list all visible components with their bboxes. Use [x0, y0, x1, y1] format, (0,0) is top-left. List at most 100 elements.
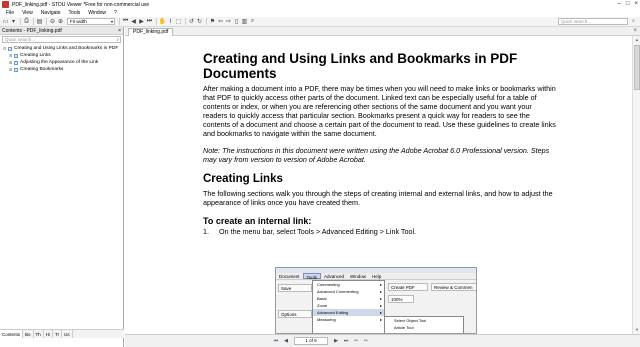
back-icon[interactable]: ⇦: [217, 18, 224, 25]
embedded-submenu: Select Object Tool Article Tool: [384, 316, 464, 333]
embedded-submenu-item: Select Object Tool: [394, 318, 427, 323]
scroll-down-icon[interactable]: ▼: [633, 326, 640, 334]
document-viewer[interactable]: Creating and Using Links and Bookmarks i…: [125, 36, 632, 334]
select-text-icon[interactable]: I: [167, 18, 174, 25]
menu-bar: File View Navigate Tools Window ?: [0, 9, 640, 17]
embedded-options-button: Options: [278, 310, 312, 318]
zoom-in-icon[interactable]: ⊕: [57, 18, 64, 25]
tree-item-creating-bookmarks[interactable]: ⊞ Creating Bookmarks: [3, 66, 123, 73]
tab-bookmarks[interactable]: Bo: [23, 330, 34, 338]
forward-icon[interactable]: ⇨: [225, 18, 232, 25]
embedded-screenshot: Document Tools Advanced Window Help Save…: [275, 267, 477, 334]
maximize-button[interactable]: □: [626, 0, 630, 9]
toolbar-separator: [156, 18, 157, 25]
page-indicator[interactable]: 1 of 9: [294, 337, 328, 345]
collapse-icon[interactable]: ⊟: [3, 46, 7, 51]
expand-icon[interactable]: ⊞: [9, 60, 13, 65]
quick-search-input[interactable]: Quick search...: [558, 18, 628, 25]
first-page-icon[interactable]: ⏮: [272, 337, 280, 345]
next-page-icon[interactable]: ▶: [138, 18, 145, 25]
menu-help[interactable]: ?: [110, 9, 121, 17]
bookmark-icon[interactable]: ⚑: [209, 18, 216, 25]
rotate-left-icon[interactable]: ↺: [188, 18, 195, 25]
tree-item-adjusting-appearance[interactable]: ⊞ Adjusting the Appearance of the Link: [3, 59, 123, 66]
menu-file[interactable]: File: [2, 9, 18, 17]
app-icon: [2, 1, 9, 8]
zoom-select-value: Fit width: [70, 19, 87, 24]
menu-navigate[interactable]: Navigate: [37, 9, 65, 17]
menu-view[interactable]: View: [18, 9, 37, 17]
scroll-thumb[interactable]: [634, 45, 640, 90]
last-page-icon[interactable]: ⏭: [342, 337, 350, 345]
dropdown-arrow-icon[interactable]: ▾: [10, 18, 17, 25]
single-page-icon[interactable]: ▯: [233, 18, 240, 25]
close-button[interactable]: ×: [634, 0, 638, 9]
last-page-icon[interactable]: ⏭: [146, 18, 153, 25]
tree-item-label: Creating Links: [20, 53, 51, 58]
hand-tool-icon[interactable]: ✋: [159, 18, 166, 25]
embedded-menu-bar: Document Tools Advanced Window Help: [276, 273, 476, 280]
menu-tools[interactable]: Tools: [65, 9, 85, 17]
tab-highlights[interactable]: Hi: [44, 330, 54, 338]
tab-contents[interactable]: Contents: [0, 330, 24, 338]
first-page-icon[interactable]: ⏮: [122, 18, 129, 25]
embedded-dd-item-highlighted: Advanced Editing ▸: [313, 309, 384, 316]
tab-tr[interactable]: Tr: [53, 330, 63, 338]
chevron-down-icon: ▾: [110, 19, 113, 24]
window-title: PDF_linking.pdf - STDU Viewer *Free for …: [12, 1, 150, 8]
document-tab[interactable]: PDF_linking.pdf: [128, 28, 174, 36]
sidebar-search-input[interactable]: Quick search... ⌕: [2, 36, 121, 43]
tab-us[interactable]: Us: [62, 330, 73, 338]
embedded-dd-item: Measuring ▸: [317, 317, 382, 322]
tree-item-root[interactable]: ⊟ Creating and Using Links and Bookmarks…: [3, 45, 123, 52]
sidebar-header: Contents - PDF_linking.pdf ×: [0, 27, 123, 35]
zoom-out-icon[interactable]: ⊖: [49, 18, 56, 25]
vertical-scrollbar[interactable]: ▲ ▼: [632, 36, 640, 334]
embedded-menu-tools: Tools: [302, 273, 322, 280]
tree-item-creating-links[interactable]: ⊞ Creating Links: [3, 52, 123, 59]
continuous-page-icon[interactable]: ▥: [241, 18, 248, 25]
bookmark-icon: [14, 67, 18, 72]
back-icon[interactable]: ⇦: [352, 337, 360, 345]
search-icon[interactable]: ⌕: [116, 37, 119, 42]
snapshot-icon[interactable]: ⬚: [175, 18, 182, 25]
open-folder-icon[interactable]: ▭: [2, 18, 9, 25]
toolbar: ▭ ▾ ⎙ ▤ ⊖ ⊕ Fit width ▾ ⏮ ◀ ▶ ⏭ ✋ I ⬚ ↺ …: [0, 17, 640, 27]
intro-paragraph: After making a document into a PDF, ther…: [203, 84, 556, 138]
tab-thumbnails[interactable]: Th: [34, 330, 44, 338]
search-options-icon[interactable]: ⌕: [630, 18, 637, 25]
menu-window[interactable]: Window: [84, 9, 110, 17]
search-icon[interactable]: ⌕: [249, 18, 256, 25]
toolbar-separator: [33, 18, 34, 25]
toolbar-separator: [46, 18, 47, 25]
rotate-right-icon[interactable]: ↻: [196, 18, 203, 25]
section-heading: Creating Links: [203, 173, 283, 185]
print-icon[interactable]: ⎙: [23, 18, 30, 25]
minimize-button[interactable]: –: [618, 0, 621, 9]
sidebar-tabs: Contents Bo Th Hi Tr Us: [0, 329, 124, 338]
sidebar-toggle-icon[interactable]: ▤: [36, 18, 43, 25]
embedded-dd-item: Basic ▸: [317, 296, 382, 301]
embedded-dd-item: Advanced Commenting ▸: [317, 289, 382, 294]
embedded-review-button: Review & Commen: [431, 283, 476, 291]
note-paragraph: Note: The instructions in this document …: [203, 146, 550, 164]
zoom-select[interactable]: Fit width ▾: [67, 18, 115, 25]
toolbar-separator: [20, 18, 21, 25]
toolbar-separator: [185, 18, 186, 25]
document-title: Creating and Using Links and Bookmarks i…: [203, 51, 518, 81]
sidebar-title: Contents - PDF_linking.pdf: [2, 28, 62, 34]
bookmark-icon: [8, 46, 12, 51]
close-icon[interactable]: ×: [118, 27, 121, 35]
expand-icon[interactable]: ⊞: [9, 53, 13, 58]
embedded-menu-document: Document: [279, 274, 300, 279]
previous-page-icon[interactable]: ◀: [282, 337, 290, 345]
step-item: 1. On the menu bar, select Tools > Advan…: [203, 227, 558, 236]
expand-icon[interactable]: ⊞: [9, 67, 13, 72]
forward-icon[interactable]: ⇨: [362, 337, 370, 345]
close-icon[interactable]: ×: [633, 27, 637, 36]
toolbar-separator: [119, 18, 120, 25]
previous-page-icon[interactable]: ◀: [130, 18, 137, 25]
next-page-icon[interactable]: ▶: [332, 337, 340, 345]
scroll-up-icon[interactable]: ▲: [633, 36, 640, 44]
step-text: On the menu bar, select Tools > Advanced…: [219, 227, 417, 236]
